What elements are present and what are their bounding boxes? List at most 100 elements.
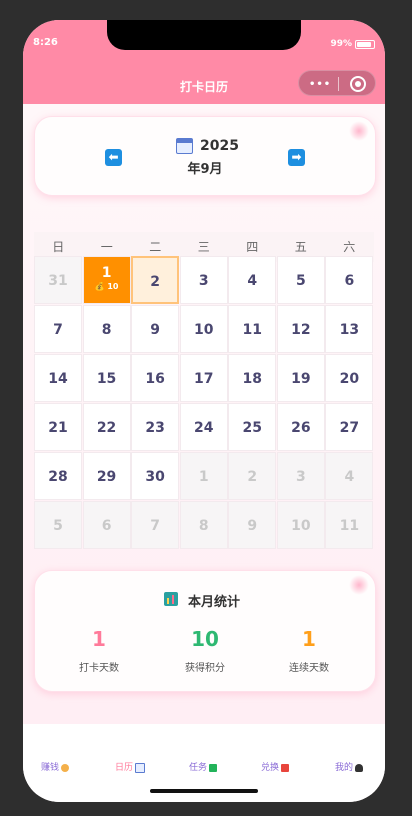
tab-earn[interactable]: 赚钱 bbox=[25, 760, 85, 773]
day-number: 3 bbox=[295, 469, 306, 485]
stat-points-earned: 10 获得积分 bbox=[155, 627, 255, 674]
calendar-day[interactable]: 19 bbox=[276, 354, 325, 402]
tab-redeem[interactable]: 兑换 bbox=[245, 760, 305, 773]
calendar-day[interactable]: 13 bbox=[325, 305, 374, 353]
stat-label: 连续天数 bbox=[289, 663, 329, 674]
day-number: 5 bbox=[53, 518, 63, 534]
day-number: 25 bbox=[242, 420, 262, 436]
day-number: 2 bbox=[150, 274, 160, 290]
calendar-day[interactable]: 5 bbox=[34, 501, 82, 549]
home-indicator bbox=[150, 789, 258, 793]
calendar-icon bbox=[176, 138, 193, 154]
day-number: 11 bbox=[242, 322, 262, 338]
calendar-day[interactable]: 21 bbox=[34, 403, 82, 451]
day-number: 8 bbox=[101, 322, 112, 338]
day-number: 17 bbox=[193, 371, 214, 387]
calendar-day[interactable]: 29 bbox=[82, 452, 131, 500]
tab-label: 日历 bbox=[114, 763, 133, 773]
calendar-day[interactable]: 6 bbox=[82, 501, 131, 549]
month-header-card: ⬅ 2025 年9月 ➡ bbox=[34, 116, 376, 196]
day-number: 4 bbox=[344, 469, 355, 485]
calendar-day[interactable]: 25 bbox=[228, 403, 277, 451]
calendar-day[interactable]: 4 bbox=[228, 256, 277, 304]
tab-profile[interactable]: 我的 bbox=[319, 760, 379, 773]
calendar-day[interactable]: 7 bbox=[34, 305, 82, 353]
stats-title: 本月统计 bbox=[188, 595, 241, 610]
calendar-day[interactable]: 3 bbox=[179, 256, 228, 304]
calendar-day[interactable]: 14 bbox=[34, 354, 82, 402]
nav-bar: 打卡日历 ••• bbox=[23, 66, 385, 104]
day-number: 31 bbox=[48, 273, 68, 289]
status-time: 8:26 bbox=[33, 37, 58, 48]
calendar-icon bbox=[135, 762, 145, 773]
mini-program-capsule: ••• bbox=[298, 70, 376, 96]
tab-label: 兑换 bbox=[260, 763, 279, 773]
bar-chart-icon bbox=[164, 592, 178, 606]
user-icon bbox=[355, 763, 363, 772]
day-number: 7 bbox=[150, 518, 160, 534]
calendar-day[interactable]: 17 bbox=[179, 354, 228, 402]
day-number: 5 bbox=[295, 273, 306, 289]
calendar-day[interactable]: 4 bbox=[325, 452, 374, 500]
day-number: 9 bbox=[150, 322, 160, 338]
next-month-button[interactable]: ➡ bbox=[288, 149, 305, 166]
calendar-day[interactable]: 12 bbox=[276, 305, 325, 353]
calendar-day[interactable]: 2 bbox=[228, 452, 277, 500]
calendar-day[interactable]: 10 bbox=[276, 501, 325, 549]
day-number: 1 bbox=[198, 469, 209, 485]
calendar-day[interactable]: 20 bbox=[325, 354, 374, 402]
day-number: 10 bbox=[291, 518, 311, 534]
calendar-day[interactable]: 28 bbox=[34, 452, 82, 500]
day-number: 23 bbox=[145, 420, 165, 436]
calendar-day[interactable]: 3 bbox=[276, 452, 325, 500]
calendar-day[interactable]: 16 bbox=[131, 354, 180, 402]
calendar-day[interactable]: 31 bbox=[34, 256, 82, 304]
stat-value: 1 bbox=[302, 627, 316, 651]
calendar-day[interactable]: 22 bbox=[82, 403, 131, 451]
capsule-divider bbox=[338, 77, 339, 91]
calendar-day[interactable]: 11 bbox=[325, 501, 374, 549]
phone-screen: 8:26 99% 打卡日历 ••• ⬅ 2025 年9月 ➡ 日 一 二 三 四… bbox=[23, 20, 385, 802]
day-number: 28 bbox=[48, 469, 68, 485]
day-number: 16 bbox=[145, 371, 165, 387]
calendar-day[interactable]: 8 bbox=[179, 501, 228, 549]
day-number: 19 bbox=[291, 371, 311, 387]
calendar-day[interactable]: 6 bbox=[325, 256, 374, 304]
calendar-day[interactable]: 18 bbox=[228, 354, 277, 402]
battery-percentage: 99% bbox=[330, 39, 352, 49]
day-number: 15 bbox=[96, 371, 117, 387]
day-number: 30 bbox=[145, 469, 165, 485]
tab-label: 任务 bbox=[188, 763, 207, 773]
tab-tasks[interactable]: 任务 bbox=[173, 760, 233, 773]
day-number: 3 bbox=[198, 273, 209, 289]
calendar-day[interactable]: 1 bbox=[179, 452, 228, 500]
calendar-day[interactable]: 15 bbox=[82, 354, 131, 402]
calendar-day[interactable]: 24 bbox=[179, 403, 228, 451]
calendar-day[interactable]: 26 bbox=[276, 403, 325, 451]
calendar-day-today[interactable]: 2 bbox=[131, 256, 180, 304]
calendar-day[interactable]: 27 bbox=[325, 403, 374, 451]
main-content: ⬅ 2025 年9月 ➡ 日 一 二 三 四 五 六 31 1 💰 10 2 3 4 5 6 7… bbox=[23, 104, 385, 724]
calendar-day[interactable]: 23 bbox=[131, 403, 180, 451]
tab-label: 我的 bbox=[334, 763, 353, 773]
close-mini-program-icon[interactable] bbox=[350, 76, 366, 92]
tab-calendar[interactable]: 日历 bbox=[100, 760, 160, 773]
day-number: 18 bbox=[242, 371, 262, 387]
calendar-day[interactable]: 10 bbox=[179, 305, 228, 353]
calendar-day[interactable]: 9 bbox=[228, 501, 277, 549]
day-number: 2 bbox=[247, 469, 258, 485]
gift-icon bbox=[281, 763, 289, 772]
day-number: 21 bbox=[48, 420, 68, 436]
calendar-day[interactable]: 7 bbox=[131, 501, 180, 549]
stat-value: 1 bbox=[92, 627, 106, 651]
calendar-day[interactable]: 30 bbox=[131, 452, 180, 500]
calendar-day[interactable]: 5 bbox=[276, 256, 325, 304]
calendar-day[interactable]: 9 bbox=[131, 305, 180, 353]
decorative-blob bbox=[349, 121, 369, 141]
calendar-day-checked-in[interactable]: 1 💰 10 bbox=[82, 256, 131, 304]
calendar-day[interactable]: 11 bbox=[228, 305, 277, 353]
stat-checkin-days: 1 打卡天数 bbox=[49, 627, 149, 674]
calendar-day[interactable]: 8 bbox=[82, 305, 131, 353]
more-menu-icon[interactable]: ••• bbox=[309, 79, 331, 90]
day-number: 24 bbox=[193, 420, 214, 436]
